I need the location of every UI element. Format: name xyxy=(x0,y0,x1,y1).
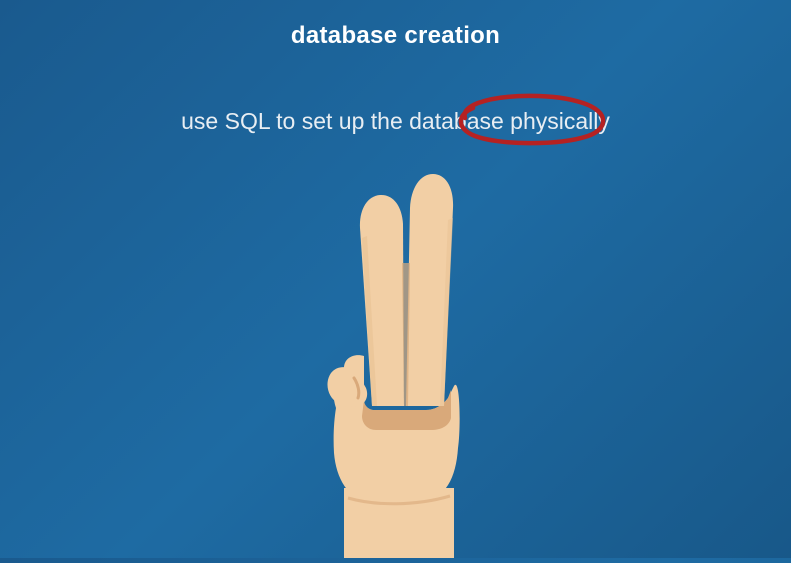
peace-sign-hand-icon xyxy=(266,168,526,558)
slide-subtitle: use SQL to set up the database physicall… xyxy=(181,108,610,134)
slide-title: database creation xyxy=(0,22,791,50)
subtitle-container: use SQL to set up the database physicall… xyxy=(0,108,791,135)
